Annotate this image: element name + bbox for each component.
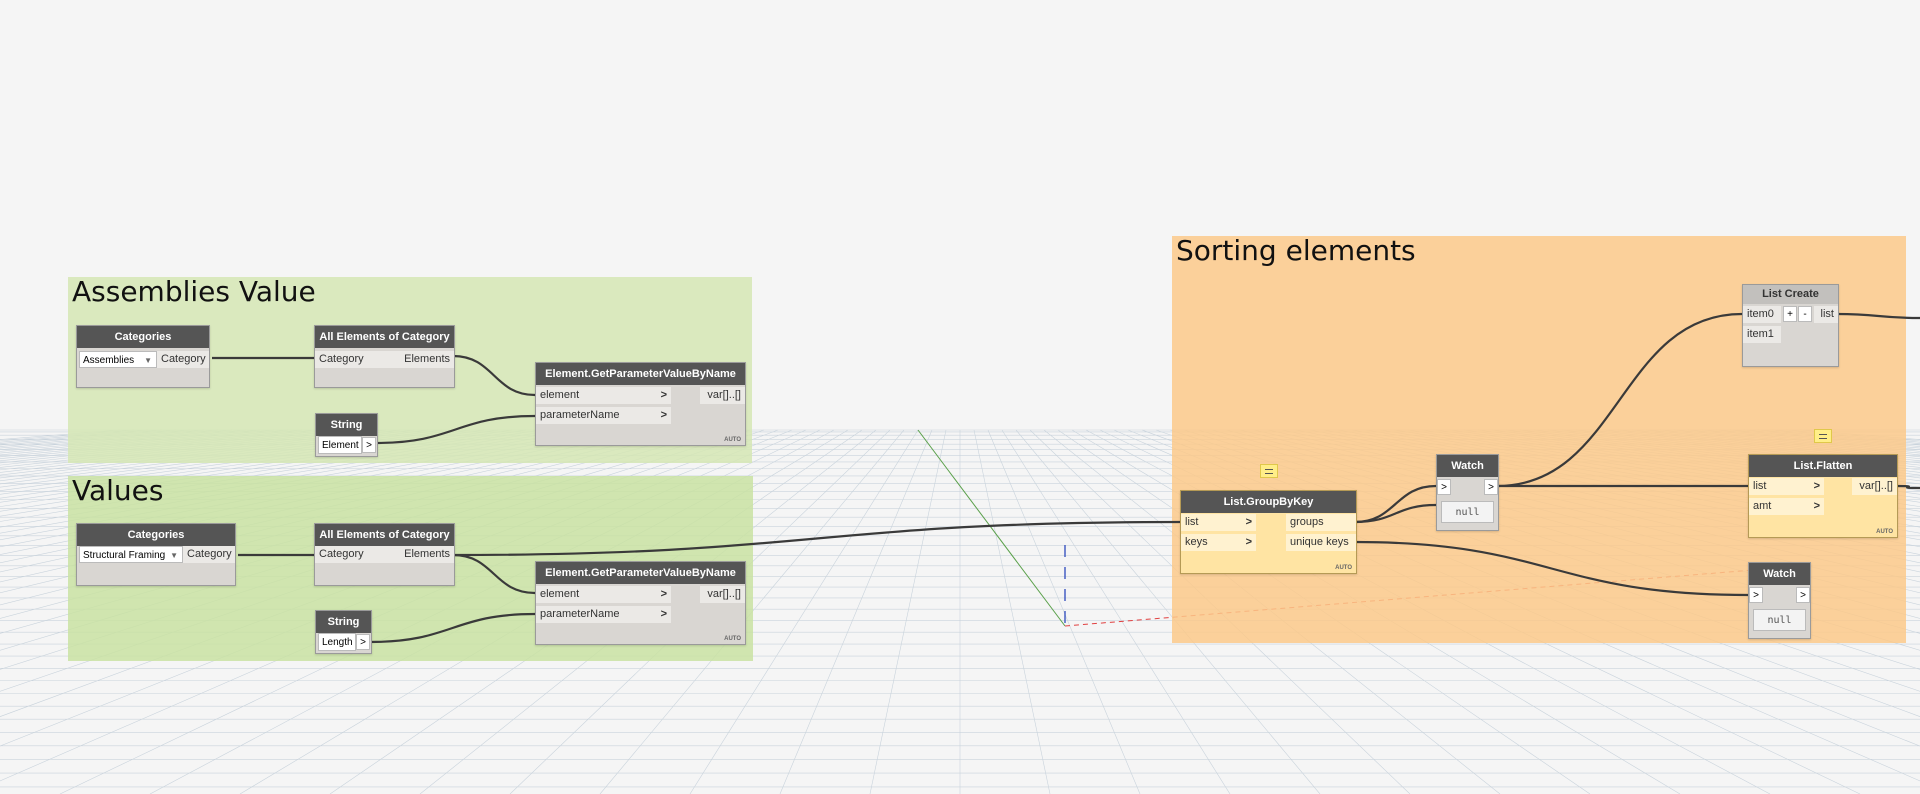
port-label: list — [1753, 480, 1767, 492]
output-port[interactable]: Elements — [395, 546, 454, 563]
string-node[interactable]: String Element > — [315, 413, 378, 457]
chevron-right-icon: > — [1245, 516, 1252, 528]
output-port[interactable]: Category — [183, 546, 235, 563]
all-elements-of-category-node[interactable]: All Elements of Category Category Elemen… — [314, 523, 455, 586]
output-port[interactable]: var[]..[] — [1852, 478, 1897, 495]
node-title: List.GroupByKey — [1181, 491, 1356, 513]
note-icon[interactable] — [1260, 464, 1278, 478]
input-port-list[interactable]: list > — [1181, 514, 1256, 531]
get-parameter-node[interactable]: Element.GetParameterValueByName element >… — [535, 362, 746, 446]
input-port-amt[interactable]: amt > — [1749, 498, 1824, 515]
list-create-node[interactable]: List Create item0 + - list item1 — [1742, 284, 1839, 367]
input-port-parameter-name[interactable]: parameterName > — [536, 606, 671, 623]
chevron-down-icon: ▼ — [170, 551, 178, 560]
output-port[interactable]: var[]..[] — [700, 387, 745, 404]
output-port[interactable]: Elements — [395, 351, 454, 368]
node-title: All Elements of Category — [315, 326, 454, 348]
lacing-label: AUTO — [1876, 529, 1893, 535]
list-flatten-node[interactable]: List.Flatten list > amt > var[]..[] AUTO — [1748, 454, 1898, 538]
chevron-right-icon: > — [660, 389, 667, 401]
output-port-unique-keys[interactable]: unique keys — [1286, 534, 1356, 551]
input-port-keys[interactable]: keys > — [1181, 534, 1256, 551]
node-title: String — [316, 611, 371, 633]
categories-node[interactable]: Categories Assemblies ▼ Category — [76, 325, 210, 388]
string-input[interactable]: Length — [318, 633, 356, 651]
chevron-down-icon: ▼ — [144, 356, 152, 365]
lacing-label: AUTO — [724, 437, 741, 443]
node-title: String — [316, 414, 377, 436]
input-port-parameter-name[interactable]: parameterName > — [536, 407, 671, 424]
node-title: All Elements of Category — [315, 524, 454, 546]
node-title: Element.GetParameterValueByName — [536, 363, 745, 385]
output-port[interactable]: > — [356, 634, 370, 650]
input-port[interactable]: > — [1437, 479, 1451, 495]
input-port[interactable]: Category — [315, 546, 395, 563]
node-title: List.Flatten — [1749, 455, 1897, 477]
all-elements-of-category-node[interactable]: All Elements of Category Category Elemen… — [314, 325, 455, 388]
note-icon[interactable] — [1814, 429, 1832, 443]
input-port-element[interactable]: element > — [536, 387, 671, 404]
port-label: amt — [1753, 500, 1772, 512]
watch-node[interactable]: Watch > > null — [1436, 454, 1499, 531]
string-node[interactable]: String Length > — [315, 610, 372, 654]
port-label: parameterName — [540, 409, 620, 421]
get-parameter-node[interactable]: Element.GetParameterValueByName element >… — [535, 561, 746, 645]
chevron-right-icon: > — [1245, 536, 1252, 548]
group-by-key-node[interactable]: List.GroupByKey list > keys > groups uniqu… — [1180, 490, 1357, 574]
chevron-right-icon: > — [1813, 500, 1820, 512]
output-port-groups[interactable]: groups — [1286, 514, 1356, 531]
node-title: Categories — [77, 524, 235, 546]
graph-canvas[interactable]: Assemblies Value Values Sorting elements… — [0, 0, 1920, 794]
category-dropdown[interactable]: Assemblies ▼ — [79, 351, 157, 368]
group-title: Values — [72, 474, 164, 507]
input-port-list[interactable]: list > — [1749, 478, 1824, 495]
output-port[interactable]: > — [1796, 587, 1810, 603]
output-port[interactable]: list — [1814, 306, 1838, 323]
node-title: Watch — [1437, 455, 1498, 477]
watch-value: null — [1441, 501, 1494, 523]
input-port-element[interactable]: element > — [536, 586, 671, 603]
remove-input-button[interactable]: - — [1798, 306, 1812, 322]
group-title: Assemblies Value — [72, 275, 316, 308]
output-port[interactable]: Category — [157, 351, 209, 368]
port-label: keys — [1185, 536, 1208, 548]
output-port[interactable]: > — [1484, 479, 1498, 495]
dropdown-value: Assemblies — [83, 355, 135, 366]
node-title: Categories — [77, 326, 209, 348]
category-dropdown[interactable]: Structural Framing ▼ — [79, 546, 183, 563]
add-input-button[interactable]: + — [1783, 306, 1797, 322]
node-title: List Create — [1743, 285, 1838, 304]
port-label: element — [540, 588, 580, 600]
port-label: element — [540, 389, 580, 401]
output-port[interactable]: var[]..[] — [700, 586, 745, 603]
dropdown-value: Structural Framing — [83, 550, 166, 561]
lacing-label: AUTO — [1335, 565, 1352, 571]
port-label: parameterName — [540, 608, 620, 620]
node-title: Watch — [1749, 563, 1810, 585]
output-port[interactable]: > — [362, 437, 376, 453]
input-port-item1[interactable]: item1 — [1743, 326, 1781, 343]
chevron-right-icon: > — [660, 409, 667, 421]
chevron-right-icon: > — [660, 608, 667, 620]
chevron-right-icon: > — [1813, 480, 1820, 492]
watch-node[interactable]: Watch > > null — [1748, 562, 1811, 639]
input-port[interactable]: > — [1749, 587, 1763, 603]
watch-value: null — [1753, 609, 1806, 631]
node-title: Element.GetParameterValueByName — [536, 562, 745, 584]
chevron-right-icon: > — [660, 588, 667, 600]
categories-node[interactable]: Categories Structural Framing ▼ Category — [76, 523, 236, 586]
input-port-item0[interactable]: item0 — [1743, 306, 1781, 323]
input-port[interactable]: Category — [315, 351, 395, 368]
lacing-label: AUTO — [724, 636, 741, 642]
string-input[interactable]: Element — [318, 436, 362, 454]
group-title: Sorting elements — [1176, 234, 1416, 267]
port-label: list — [1185, 516, 1199, 528]
